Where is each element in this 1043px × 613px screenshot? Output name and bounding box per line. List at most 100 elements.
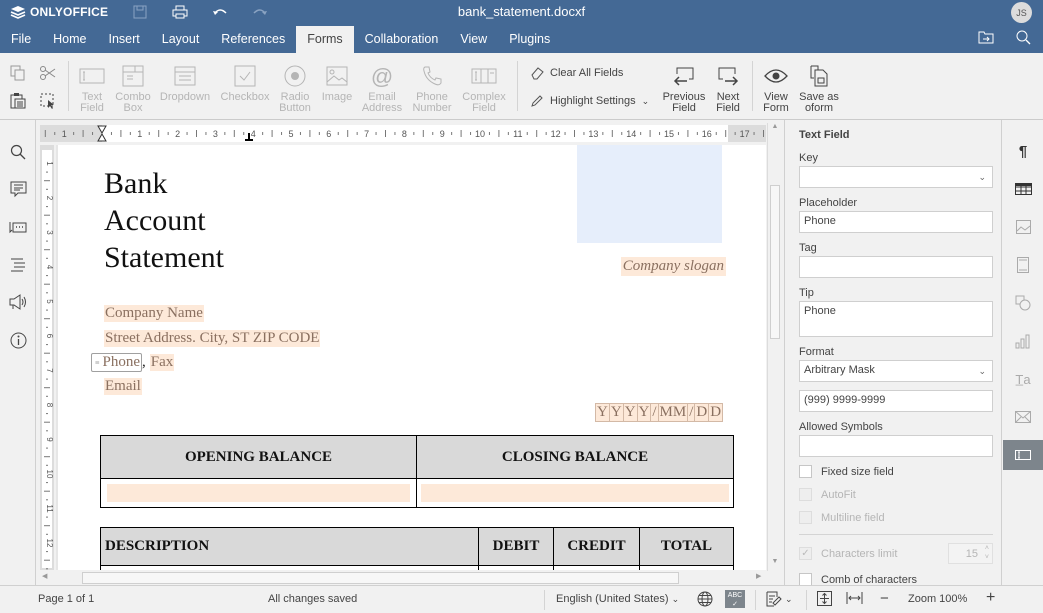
text-art-settings-button[interactable]: T̲a xyxy=(1003,364,1043,394)
fixed-size-checkbox[interactable]: Fixed size field xyxy=(799,465,894,478)
vertical-scrollbar[interactable]: ▲ ▼ xyxy=(767,123,781,571)
navigation-button[interactable] xyxy=(8,255,28,275)
user-avatar[interactable]: JS xyxy=(1011,2,1032,23)
track-changes-button[interactable]: ⌄ xyxy=(766,591,793,607)
image-settings-button[interactable] xyxy=(1003,212,1043,242)
paste-button[interactable] xyxy=(10,92,26,112)
total-header: TOTAL xyxy=(639,527,734,566)
spinner-arrows-icon[interactable]: ˄ ˅ xyxy=(985,544,989,562)
checkbox-button[interactable]: Checkbox xyxy=(218,63,272,103)
zoom-level[interactable]: Zoom 100% xyxy=(908,593,967,605)
save-as-oform-button[interactable]: Save as oform xyxy=(796,63,842,114)
complex-field-button[interactable]: Complex Field xyxy=(460,63,508,114)
tab-layout[interactable]: Layout xyxy=(151,26,211,53)
logo-image-field[interactable] xyxy=(577,145,722,243)
next-field-button[interactable]: Next Field xyxy=(712,63,744,114)
tab-home[interactable]: Home xyxy=(42,26,97,53)
autofit-checkbox[interactable]: AutoFit xyxy=(799,488,856,501)
vertical-ruler[interactable]: 1 2 3 4 5 6 7 8 9 10 11 12 xyxy=(40,145,54,570)
fit-width-button[interactable] xyxy=(846,592,863,607)
indent-marker[interactable] xyxy=(97,125,107,142)
phone-field-selected[interactable]: ≡ Phone xyxy=(91,353,143,372)
tab-collaboration[interactable]: Collaboration xyxy=(354,26,450,53)
tag-input[interactable] xyxy=(799,256,993,278)
document-canvas[interactable]: Bank Account Statement Company slogan Co… xyxy=(56,145,766,570)
email-field-button[interactable]: @ Email Address xyxy=(360,63,404,114)
characters-limit-checkbox[interactable]: ✓ Characters limit xyxy=(799,547,897,560)
search-panel-button[interactable] xyxy=(8,142,28,162)
open-file-location-button[interactable] xyxy=(978,30,994,48)
mail-merge-settings-button[interactable] xyxy=(1003,402,1043,432)
tab-view[interactable]: View xyxy=(449,26,498,53)
ruler-label: 5 xyxy=(45,299,54,304)
field-handle-icon[interactable]: ≡ xyxy=(92,358,103,367)
highlight-settings-button[interactable]: Highlight Settings ⌄ xyxy=(530,94,649,108)
form-settings-button[interactable] xyxy=(1003,440,1043,470)
chat-button[interactable] xyxy=(8,217,28,237)
zoom-in-button[interactable]: + xyxy=(986,589,995,607)
page-indicator[interactable]: Page 1 of 1 xyxy=(38,593,94,605)
about-button[interactable] xyxy=(8,330,28,350)
comments-button[interactable] xyxy=(8,179,28,199)
spell-check-button[interactable]: ABC ✓ xyxy=(725,590,745,608)
header-footer-settings-button[interactable] xyxy=(1003,250,1043,280)
copy-icon xyxy=(10,65,25,81)
key-combo[interactable]: ⌄ xyxy=(799,166,993,188)
app-header: ONLYOFFICE bank_statement.docxf JS File … xyxy=(0,0,1043,53)
tab-references[interactable]: References xyxy=(210,26,296,53)
mask-input[interactable]: (999) 9999-9999 xyxy=(799,390,993,412)
placeholder-input[interactable]: Phone xyxy=(799,211,993,233)
select-all-button[interactable] xyxy=(40,93,56,112)
characters-limit-spinner[interactable]: 15 ˄ ˅ xyxy=(948,543,993,564)
image-field-button[interactable]: Image xyxy=(318,63,356,103)
company-slogan-field[interactable]: Company slogan xyxy=(620,257,726,276)
table-settings-button[interactable] xyxy=(1003,174,1043,204)
horizontal-ruler[interactable]: 1 1 2 3 4 5 6 7 8 9 10 11 12 13 14 15 16 17 xyxy=(40,125,766,142)
document-page[interactable]: Bank Account Statement Company slogan Co… xyxy=(58,145,766,570)
tip-textarea[interactable]: Phone xyxy=(799,301,993,337)
tab-forms[interactable]: Forms xyxy=(296,26,354,53)
previous-field-button[interactable]: Previous Field xyxy=(660,63,708,114)
fax-field[interactable]: Fax xyxy=(149,354,175,371)
tab-insert[interactable]: Insert xyxy=(98,26,151,53)
company-name-field[interactable]: Company Name xyxy=(104,305,204,322)
scroll-up-icon[interactable]: ▲ xyxy=(770,123,780,135)
tab-plugins[interactable]: Plugins xyxy=(498,26,561,53)
clear-all-fields-button[interactable]: Clear All Fields xyxy=(530,66,623,80)
scroll-down-icon[interactable]: ▼ xyxy=(770,558,780,570)
horizontal-scrollbar[interactable]: ◀ ▶ xyxy=(40,571,767,585)
header-footer-icon xyxy=(1017,257,1029,273)
phone-field-button[interactable]: Phone Number xyxy=(408,63,456,114)
text-field-button[interactable]: Text Field xyxy=(74,63,110,114)
date-field[interactable]: Y Y Y Y / MM / D D xyxy=(595,403,724,422)
email-field[interactable]: Email xyxy=(104,378,142,395)
horizontal-scroll-thumb[interactable] xyxy=(82,572,679,584)
street-address-field[interactable]: Street Address. City, ST ZIP CODE xyxy=(104,330,321,347)
closing-balance-field[interactable] xyxy=(421,484,729,502)
copy-button[interactable] xyxy=(10,65,26,84)
chart-settings-button[interactable] xyxy=(1003,326,1043,356)
scroll-left-icon[interactable]: ◀ xyxy=(42,572,47,580)
fit-page-button[interactable] xyxy=(817,591,832,609)
ruler-ticks: 1 1 2 3 4 5 6 7 8 9 10 11 12 13 14 15 16 17 xyxy=(44,125,764,142)
zoom-out-button[interactable]: − xyxy=(880,590,889,607)
search-button[interactable] xyxy=(1016,30,1031,48)
scroll-right-icon[interactable]: ▶ xyxy=(756,572,761,580)
language-select[interactable]: English (United States) ⌄ xyxy=(556,593,679,605)
doc-language-button[interactable] xyxy=(697,591,713,610)
multiline-checkbox[interactable]: Multiline field xyxy=(799,511,885,524)
combo-box-button[interactable]: Combo Box xyxy=(114,63,152,114)
radio-button-button[interactable]: Radio Button xyxy=(276,63,314,114)
view-form-button[interactable]: View Form xyxy=(760,63,792,114)
shape-settings-button[interactable] xyxy=(1003,288,1043,318)
vertical-scroll-thumb[interactable] xyxy=(770,185,780,339)
allowed-symbols-input[interactable] xyxy=(799,435,993,457)
cut-button[interactable] xyxy=(40,65,56,84)
opening-balance-field[interactable] xyxy=(107,484,410,502)
dropdown-button[interactable]: Dropdown xyxy=(158,63,212,103)
chevron-down-icon: ⌄ xyxy=(978,172,986,182)
feedback-button[interactable] xyxy=(8,292,28,312)
format-select[interactable]: Arbitrary Mask ⌄ xyxy=(799,360,993,382)
tab-file[interactable]: File xyxy=(0,26,42,53)
paragraph-settings-button[interactable]: ¶ xyxy=(1003,136,1043,166)
